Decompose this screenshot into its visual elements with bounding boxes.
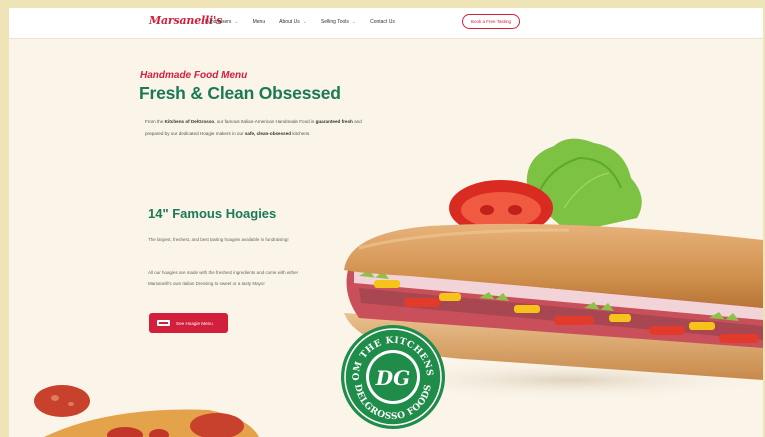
intro-bold: safe, clean-obsessed [244, 131, 292, 136]
hero-eyebrow: Handmade Food Menu [140, 70, 248, 81]
button-label: See Hoagie Menu [176, 320, 213, 326]
badge-monogram: DG [375, 366, 410, 390]
page-frame: Marsanelli's Fundraisers ⌄ Menu About Us… [9, 8, 763, 437]
pepperoni-image [34, 385, 259, 437]
see-hoagie-menu-button[interactable]: See Hoagie Menu [149, 313, 228, 333]
hoagies-description: The largest, freshest, and best tasting … [148, 237, 289, 242]
intro-text: , our famous Italian-American Handmade F… [214, 119, 316, 124]
sandwich-icon [157, 320, 170, 326]
delgrosso-badge: FROM THE KITCHENS OF DELGROSSO FOODS DG [339, 323, 445, 429]
hoagies-details: All our hoagies are made with the freshe… [148, 270, 299, 286]
intro-text: kitchens. [291, 131, 311, 136]
hoagies-title: 14" Famous Hoagies [148, 206, 277, 221]
intro-bold: Kitchens of DelGrosso [164, 119, 215, 124]
intro-text: From the [145, 119, 165, 124]
intro-bold: guaranteed fresh [315, 119, 353, 124]
hero-intro: From the Kitchens of DelGrosso, our famo… [145, 116, 375, 140]
page-title: Fresh & Clean Obsessed [139, 83, 341, 103]
